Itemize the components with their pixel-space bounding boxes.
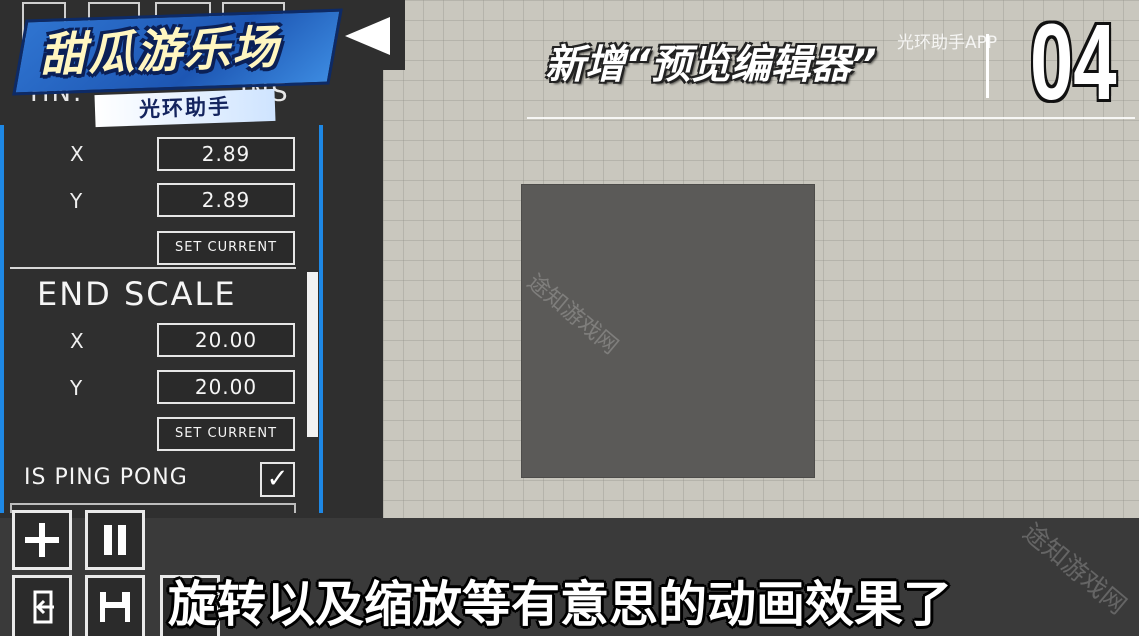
start-x-label: X: [70, 142, 84, 166]
end-y-input[interactable]: 20.00: [157, 370, 295, 404]
start-y-input[interactable]: 2.89: [157, 183, 295, 217]
end-x-input[interactable]: 20.00: [157, 323, 295, 357]
logo-badge: 光环助手: [94, 88, 276, 128]
episode-number: 04: [1030, 1, 1117, 122]
end-x-label: X: [70, 329, 84, 353]
end-y-label: Y: [70, 376, 83, 400]
plus-icon: [25, 523, 59, 557]
add-button[interactable]: [12, 510, 72, 570]
ping-pong-checkbox[interactable]: ✓: [260, 462, 295, 497]
start-y-label: Y: [70, 189, 83, 213]
back-arrow-icon[interactable]: [345, 17, 390, 55]
save-icon: [100, 592, 130, 622]
logo-title: 甜瓜游乐场: [39, 19, 281, 83]
end-scale-heading: END SCALE: [37, 275, 237, 313]
checkmark-icon: ✓: [266, 464, 289, 494]
ping-pong-label: IS PING PONG: [24, 465, 188, 490]
section-divider: [10, 267, 296, 269]
exit-icon: [33, 590, 54, 624]
title-underline: [527, 117, 1135, 119]
start-x-input[interactable]: 2.89: [157, 137, 295, 171]
pause-button[interactable]: [85, 510, 145, 570]
save-button[interactable]: [85, 575, 145, 636]
panel-accent-edge: [0, 125, 4, 513]
exit-button[interactable]: [12, 575, 72, 636]
set-current-button[interactable]: SET CURRENT: [157, 417, 295, 451]
video-title: 新增“预览编辑器”: [545, 42, 877, 88]
channel-watermark: 光环助手APP: [897, 33, 998, 53]
pause-icon: [104, 525, 126, 555]
video-subtitle: 旋转以及缩放等有意思的动画效果了: [168, 576, 953, 633]
scrollbar-thumb[interactable]: [307, 272, 318, 437]
preview-square-object[interactable]: [521, 184, 815, 478]
watermark: 途知游戏网: [1017, 517, 1133, 620]
set-current-button[interactable]: SET CURRENT: [157, 231, 295, 265]
